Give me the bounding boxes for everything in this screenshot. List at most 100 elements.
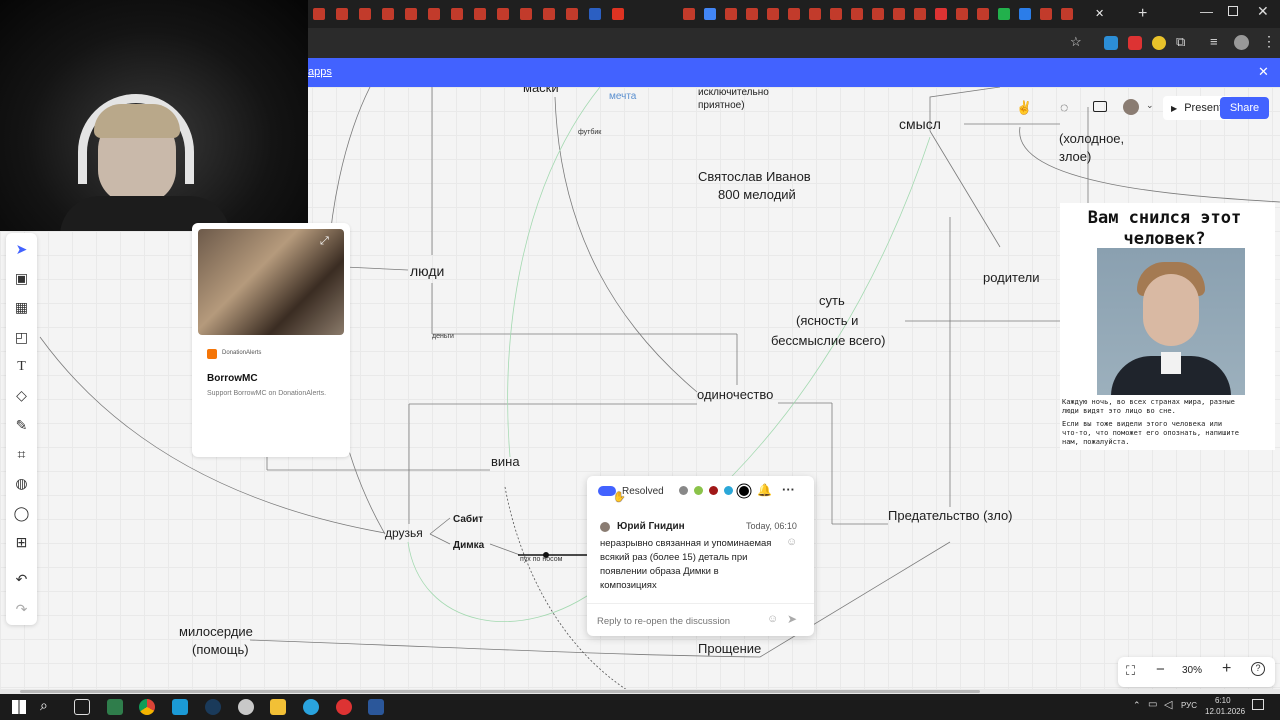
telegram-icon[interactable]: [303, 699, 319, 715]
new-tab-icon[interactable]: +: [1138, 5, 1147, 23]
node-sut-line3[interactable]: бессмыслие всего): [771, 332, 886, 350]
bookmark-star-icon[interactable]: ☆: [1070, 34, 1082, 50]
tab-favicon-icon[interactable]: [451, 8, 463, 20]
media-icon[interactable]: ≡: [1210, 34, 1218, 49]
node-dimka[interactable]: Димка: [453, 537, 484, 555]
node-sut-line2[interactable]: (ясность и: [796, 312, 858, 330]
node-futbik[interactable]: футбик: [578, 124, 601, 142]
active-tab-close-icon[interactable]: ✕: [1095, 7, 1104, 20]
windows-start-icon[interactable]: [12, 700, 26, 714]
scrollbar-thumb[interactable]: [20, 690, 980, 693]
frame-icon[interactable]: ⌗: [13, 446, 30, 463]
tab-favicon-icon[interactable]: [612, 8, 624, 20]
tab-favicon-icon[interactable]: [359, 8, 371, 20]
tab-favicon-icon[interactable]: [956, 8, 968, 20]
chrome-icon[interactable]: [139, 699, 155, 715]
node-sabit[interactable]: Сабит: [453, 511, 483, 529]
pen-icon[interactable]: ✎: [13, 417, 30, 434]
color-swatch[interactable]: [724, 486, 733, 495]
banner-link[interactable]: apps: [308, 66, 332, 78]
calculator-icon[interactable]: [107, 699, 123, 715]
tab-favicon-icon[interactable]: [851, 8, 863, 20]
node-vina[interactable]: вина: [491, 453, 520, 471]
steam-icon[interactable]: [205, 699, 221, 715]
comment-icon[interactable]: ◯: [13, 505, 30, 522]
extension-icon[interactable]: [1152, 36, 1166, 50]
puzzle-icon[interactable]: ⧉: [1176, 34, 1185, 50]
tab-favicon-icon[interactable]: [767, 8, 779, 20]
minimize-icon[interactable]: —: [1200, 4, 1213, 19]
chevron-down-icon[interactable]: ⌄: [1146, 100, 1154, 111]
reaction-icon[interactable]: ☺: [786, 536, 797, 548]
comment-popup[interactable]: ✋ Resolved 🔔 ··· Юрий Гнидин Today, 06:1…: [587, 476, 814, 636]
tab-favicon-icon[interactable]: [809, 8, 821, 20]
tab-favicon-icon[interactable]: [683, 8, 695, 20]
node-svyatoslav-line2[interactable]: 800 мелодий: [718, 186, 796, 204]
clock-time[interactable]: 6:10: [1215, 696, 1231, 705]
add-icon[interactable]: ⊞: [13, 534, 30, 551]
app-icon[interactable]: [238, 699, 254, 715]
window-close-icon[interactable]: ✕: [1257, 3, 1269, 20]
node-svyatoslav-line1[interactable]: Святослав Иванов: [698, 168, 811, 186]
avatar[interactable]: [1123, 99, 1139, 115]
fit-screen-icon[interactable]: ⛶: [1126, 663, 1135, 679]
layout-icon[interactable]: ▦: [13, 299, 30, 316]
tab-favicon-icon[interactable]: [497, 8, 509, 20]
zoom-in-icon[interactable]: +: [1222, 660, 1231, 678]
external-link-icon[interactable]: ⤢: [320, 235, 334, 249]
extension-icon[interactable]: [1104, 36, 1118, 50]
tab-favicon-icon[interactable]: [566, 8, 578, 20]
emoji-icon[interactable]: ☺: [767, 613, 778, 625]
color-swatch[interactable]: [694, 486, 703, 495]
node-maski[interactable]: маски: [523, 87, 559, 97]
tab-favicon-icon[interactable]: [313, 8, 325, 20]
close-icon[interactable]: ✕: [1258, 64, 1269, 80]
menu-icon[interactable]: ⋮: [1262, 33, 1276, 50]
chat-icon[interactable]: ◌: [1060, 99, 1068, 115]
node-druzya[interactable]: друзья: [385, 524, 423, 542]
node-holod-line1[interactable]: (холодное,: [1059, 130, 1124, 148]
tab-favicon-icon[interactable]: [830, 8, 842, 20]
language-indicator[interactable]: РУС: [1181, 701, 1197, 710]
donation-card[interactable]: ⤢ DonationAlerts BorrowMC Support Borrow…: [192, 223, 350, 457]
node-iskl-line2[interactable]: приятное): [698, 97, 745, 115]
video-icon[interactable]: [1093, 101, 1107, 112]
zoom-level[interactable]: 30%: [1182, 665, 1202, 676]
tab-favicon-icon[interactable]: [872, 8, 884, 20]
select-cursor-icon[interactable]: ➤: [13, 241, 30, 258]
tab-favicon-icon[interactable]: [998, 8, 1010, 20]
reactions-icon[interactable]: ✌: [1016, 100, 1032, 116]
tab-favicon-icon[interactable]: [336, 8, 348, 20]
help-icon[interactable]: ?: [1251, 662, 1265, 676]
templates-icon[interactable]: ▣: [13, 270, 30, 287]
color-swatch[interactable]: [709, 486, 718, 495]
share-button[interactable]: Share: [1220, 97, 1269, 119]
tab-favicon-icon[interactable]: [1061, 8, 1073, 20]
meme-image-card[interactable]: Вам снился этот человек? Каждую ночь, во…: [1060, 203, 1275, 450]
tab-favicon-icon[interactable]: [543, 8, 555, 20]
tab-favicon-icon[interactable]: [788, 8, 800, 20]
app-icon[interactable]: [172, 699, 188, 715]
tab-favicon-icon[interactable]: [520, 8, 532, 20]
node-holod-line2[interactable]: злое): [1059, 148, 1091, 166]
search-icon[interactable]: ⌕: [40, 697, 48, 714]
tab-favicon-icon[interactable]: [428, 8, 440, 20]
node-dengi[interactable]: деньги: [432, 328, 454, 346]
tab-favicon-icon[interactable]: [893, 8, 905, 20]
clock-date[interactable]: 12.01.2026: [1205, 707, 1245, 716]
bell-icon[interactable]: 🔔: [757, 483, 772, 497]
more-icon[interactable]: ···: [782, 482, 795, 497]
text-icon[interactable]: T: [13, 358, 30, 375]
node-mechta[interactable]: мечта: [609, 88, 636, 106]
node-proschenie[interactable]: Прощение: [698, 640, 761, 658]
app-icon[interactable]: [336, 699, 352, 715]
node-miloserdie-line1[interactable]: милосердие: [179, 623, 253, 641]
word-icon[interactable]: [368, 699, 384, 715]
tab-favicon-icon[interactable]: [474, 8, 486, 20]
node-roditeli[interactable]: родители: [983, 269, 1039, 287]
node-smysl[interactable]: смысл: [899, 115, 941, 133]
volume-icon[interactable]: ◁: [1164, 698, 1172, 711]
tab-favicon-icon[interactable]: [914, 8, 926, 20]
shapes-icon[interactable]: ◇: [13, 387, 30, 404]
node-predatelstvo[interactable]: Предательство (зло): [888, 507, 1013, 525]
